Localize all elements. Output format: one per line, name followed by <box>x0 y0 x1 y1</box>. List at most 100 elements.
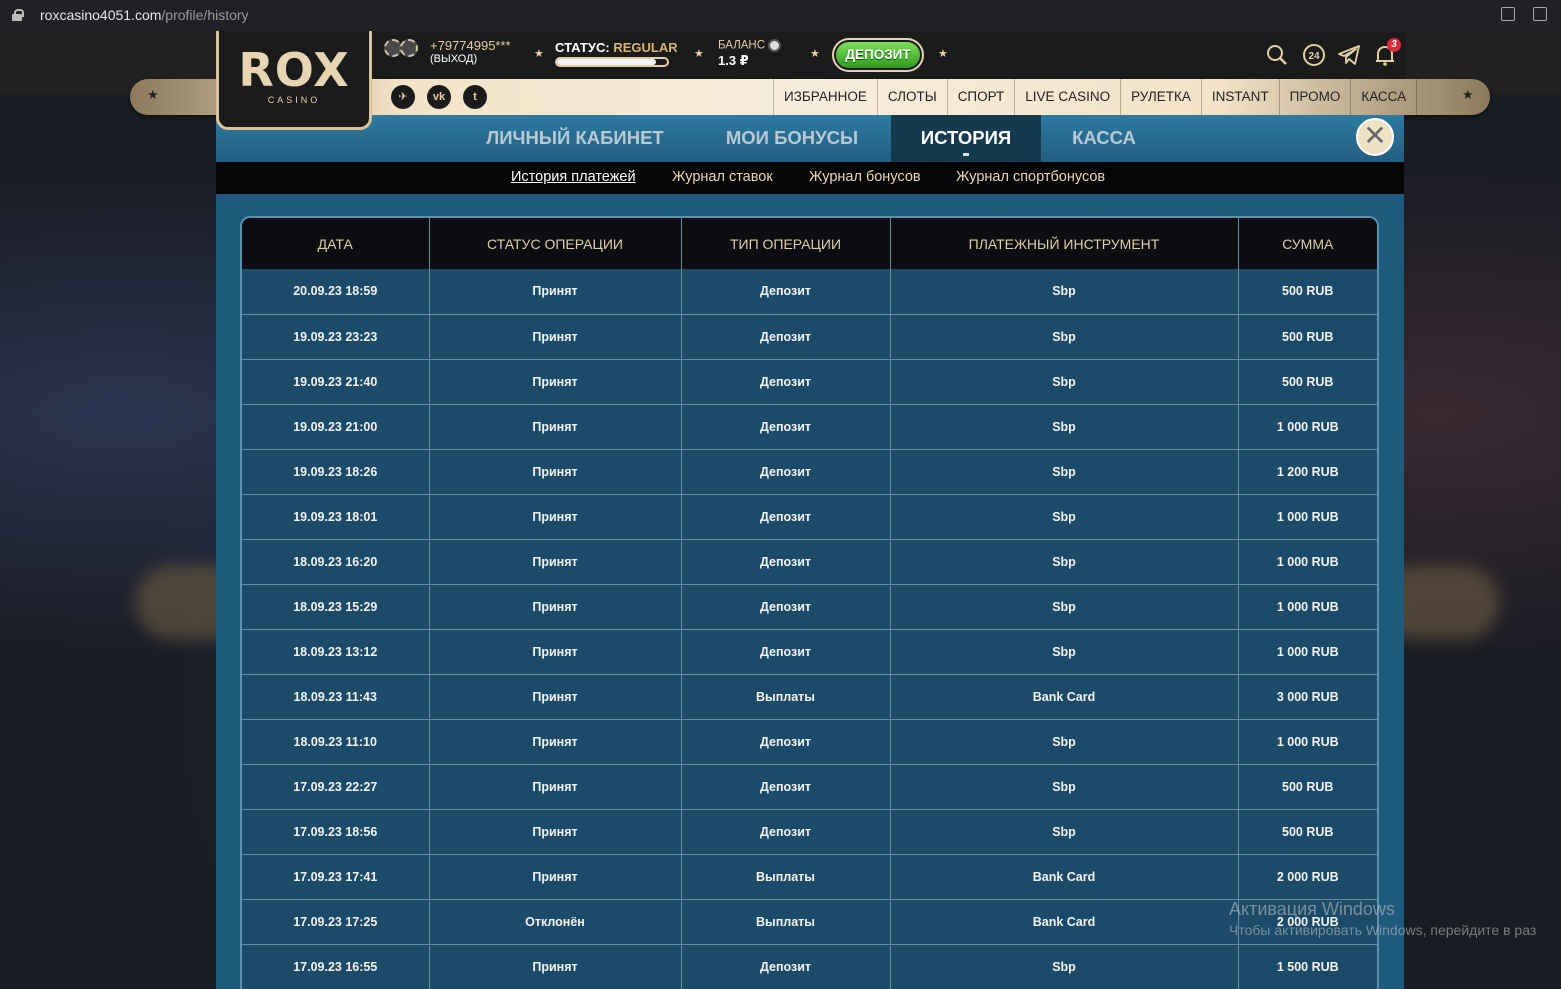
cell-instrument: Sbp <box>890 719 1239 765</box>
twitter-icon[interactable]: t <box>463 85 487 109</box>
cell-instrument: Sbp <box>890 764 1239 810</box>
watermark-subtitle: Чтобы активировать Windows, перейдите в … <box>1229 922 1537 938</box>
cell-amount: 500 RUB <box>1238 764 1377 810</box>
search-icon[interactable] <box>1265 43 1289 67</box>
cell-type: Выплаты <box>681 899 891 945</box>
top-icons: 24 3 <box>1265 38 1401 67</box>
history-subnav: История платежей Журнал ставок Журнал бо… <box>216 162 1404 194</box>
cell-date: 20.09.23 18:59 <box>242 269 430 315</box>
cell-status: Принят <box>429 359 682 405</box>
cell-status: Отклонён <box>429 899 682 945</box>
cell-status: Принят <box>429 449 682 495</box>
nav-item-instant[interactable]: INSTANT <box>1200 79 1279 115</box>
profile-tabs: ЛИЧНЫЙ КАБИНЕТ МОИ БОНУСЫ ИСТОРИЯ КАССА <box>216 115 1404 162</box>
tab-my-bonuses[interactable]: МОИ БОНУСЫ <box>706 115 878 162</box>
payments-table: ДАТА СТАТУС ОПЕРАЦИИ ТИП ОПЕРАЦИИ ПЛАТЕЖ… <box>242 218 1377 989</box>
nav-item-promo[interactable]: ПРОМО <box>1278 79 1351 115</box>
table-row: 17.09.23 16:55 Принят Депозит Sbp 1 500 RUB <box>242 944 1377 989</box>
share-icon[interactable] <box>1501 7 1515 21</box>
subnav-sport-bonus-journal[interactable]: Журнал спортбонусов <box>956 169 1105 185</box>
table-row: 19.09.23 21:00 Принят Депозит Sbp 1 000 RUB <box>242 404 1377 450</box>
telegram-icon[interactable]: ✈ <box>391 85 415 109</box>
nav-item-slots[interactable]: СЛОТЫ <box>876 79 947 115</box>
subnav-bonus-journal[interactable]: Журнал бонусов <box>809 169 921 185</box>
cell-date: 19.09.23 23:23 <box>242 314 430 360</box>
cell-amount: 500 RUB <box>1238 269 1377 315</box>
table-row: 18.09.23 15:29 Принят Депозит Sbp 1 000 RUB <box>242 584 1377 630</box>
column-header-type[interactable]: ТИП ОПЕРАЦИИ <box>681 218 891 269</box>
column-header-amount[interactable]: СУММА <box>1238 218 1377 269</box>
watermark-title: Активация Windows <box>1229 899 1395 919</box>
nav-item-favorites[interactable]: ИЗБРАННОЕ <box>773 79 877 115</box>
status-value: REGULAR <box>613 40 678 55</box>
cell-type: Депозит <box>681 269 891 315</box>
status-progress-fill <box>557 59 656 65</box>
site-logo[interactable]: ROX CASINO <box>216 31 372 130</box>
table-row: 19.09.23 18:01 Принят Депозит Sbp 1 000 RUB <box>242 494 1377 540</box>
cell-amount: 500 RUB <box>1238 314 1377 360</box>
cell-type: Депозит <box>681 404 891 450</box>
cell-amount: 3 000 RUB <box>1238 674 1377 720</box>
nav-item-cashier[interactable]: КАССА <box>1350 79 1418 115</box>
user-info: +79774995*** (ВЫХОД) <box>384 38 511 66</box>
cell-date: 18.09.23 11:43 <box>242 674 430 720</box>
cell-status: Принят <box>429 629 682 675</box>
cell-status: Принят <box>429 404 682 450</box>
logout-link[interactable]: (ВЫХОД) <box>430 53 511 66</box>
column-header-date[interactable]: ДАТА <box>242 218 430 269</box>
deposit-button[interactable]: ДЕПОЗИТ <box>832 38 924 72</box>
windows-activation-watermark: Активация Windows Чтобы активировать Win… <box>1229 899 1536 938</box>
column-header-instrument[interactable]: ПЛАТЕЖНЫЙ ИНСТРУМЕНТ <box>890 218 1239 269</box>
cell-type: Выплаты <box>681 674 891 720</box>
telegram-icon[interactable] <box>1337 43 1361 67</box>
tab-personal-account[interactable]: ЛИЧНЫЙ КАБИНЕТ <box>469 115 681 162</box>
cell-amount: 2 000 RUB <box>1238 854 1377 900</box>
browser-menu-icon[interactable] <box>1533 7 1547 21</box>
cell-instrument: Sbp <box>890 314 1239 360</box>
browser-address-bar[interactable]: roxcasino4051.com/profile/history <box>0 0 1561 30</box>
cell-amount: 1 000 RUB <box>1238 584 1377 630</box>
cell-type: Депозит <box>681 359 891 405</box>
cell-date: 19.09.23 21:40 <box>242 359 430 405</box>
subnav-bets-journal[interactable]: Журнал ставок <box>672 169 773 185</box>
cell-instrument: Sbp <box>890 404 1239 450</box>
lock-icon <box>12 9 24 21</box>
cell-type: Депозит <box>681 719 891 765</box>
cell-instrument: Bank Card <box>890 854 1239 900</box>
cell-status: Принят <box>429 854 682 900</box>
column-header-status[interactable]: СТАТУС ОПЕРАЦИИ <box>429 218 682 269</box>
cell-amount: 1 000 RUB <box>1238 629 1377 675</box>
cell-date: 19.09.23 21:00 <box>242 404 430 450</box>
table-row: 18.09.23 11:10 Принят Депозит Sbp 1 000 RUB <box>242 719 1377 765</box>
star-icon: ★ <box>810 48 820 60</box>
cell-date: 17.09.23 17:25 <box>242 899 430 945</box>
cell-status: Принят <box>429 944 682 989</box>
subnav-payment-history[interactable]: История платежей <box>511 169 636 185</box>
cell-status: Принят <box>429 764 682 810</box>
cell-amount: 1 500 RUB <box>1238 944 1377 989</box>
table-row: 19.09.23 23:23 Принят Депозит Sbp 500 RUB <box>242 314 1377 360</box>
support-24-icon[interactable]: 24 <box>1301 43 1325 67</box>
cell-type: Депозит <box>681 629 891 675</box>
nav-item-roulette[interactable]: РУЛЕТКА <box>1120 79 1201 115</box>
close-button[interactable]: ✕ <box>1356 118 1394 156</box>
cell-instrument: Sbp <box>890 809 1239 855</box>
cell-amount: 1 200 RUB <box>1238 449 1377 495</box>
nav-item-sport[interactable]: СПОРТ <box>946 79 1015 115</box>
tab-history[interactable]: ИСТОРИЯ <box>891 115 1041 162</box>
cell-date: 18.09.23 15:29 <box>242 584 430 630</box>
notification-bell-icon[interactable]: 3 <box>1373 38 1401 67</box>
cell-status: Принят <box>429 584 682 630</box>
cell-amount: 500 RUB <box>1238 809 1377 855</box>
table-row: 18.09.23 16:20 Принят Депозит Sbp 1 000 RUB <box>242 539 1377 585</box>
cell-date: 19.09.23 18:01 <box>242 494 430 540</box>
vk-icon[interactable]: vk <box>427 85 451 109</box>
table-row: 17.09.23 18:56 Принят Депозит Sbp 500 RUB <box>242 809 1377 855</box>
url-host: roxcasino4051.com <box>40 7 162 23</box>
cell-date: 17.09.23 22:27 <box>242 764 430 810</box>
balance-block: БАЛАНС 1.3 ₽ <box>718 39 782 69</box>
cell-type: Депозит <box>681 944 891 989</box>
deposit-button-label: ДЕПОЗИТ <box>836 42 920 68</box>
nav-item-live-casino[interactable]: LIVE CASINO <box>1014 79 1120 115</box>
tab-cashier[interactable]: КАССА <box>1052 115 1156 162</box>
